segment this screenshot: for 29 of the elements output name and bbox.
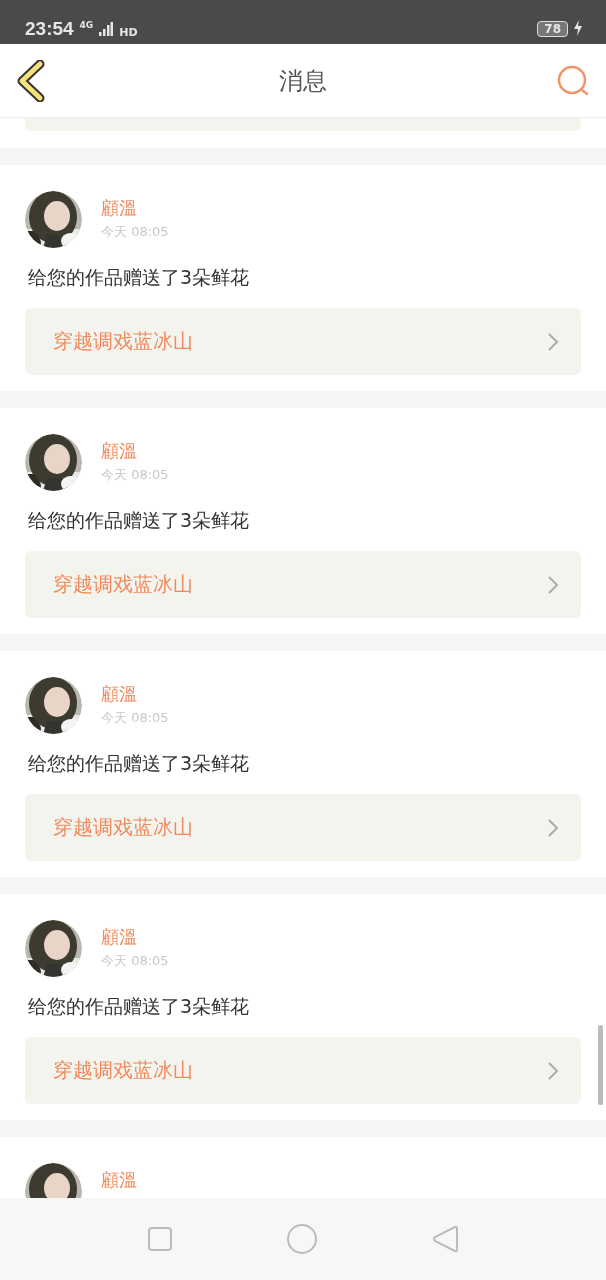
back-nav-button[interactable] bbox=[431, 1224, 460, 1254]
home-button[interactable] bbox=[286, 1223, 318, 1255]
message-text: 给您的作品赠送了3朵鲜花 bbox=[28, 265, 251, 290]
recents-button[interactable] bbox=[146, 1226, 173, 1252]
sender-name[interactable]: 顧溫 bbox=[101, 925, 169, 949]
status-time: 23:54 bbox=[25, 18, 74, 40]
sender-name[interactable]: 顧溫 bbox=[101, 682, 169, 706]
work-link[interactable]: 穿越调戏蓝冰山 bbox=[25, 1037, 581, 1104]
chevron-right-icon bbox=[547, 817, 559, 838]
charging-icon bbox=[574, 20, 582, 36]
chevron-right-icon bbox=[547, 574, 559, 595]
message-text: 给您的作品赠送了3朵鲜花 bbox=[28, 994, 251, 1019]
signal-icon bbox=[99, 22, 114, 36]
chevron-right-icon bbox=[547, 331, 559, 352]
page-title: 消息 bbox=[279, 65, 327, 97]
work-link[interactable]: 穿越调戏蓝冰山 bbox=[25, 794, 581, 861]
battery-level: 78 bbox=[537, 21, 568, 37]
back-icon bbox=[16, 59, 46, 102]
chevron-right-icon bbox=[547, 1060, 559, 1081]
search-icon bbox=[556, 63, 590, 98]
sender-name[interactable]: 顧溫 bbox=[101, 196, 169, 220]
message-text: 给您的作品赠送了3朵鲜花 bbox=[28, 751, 251, 776]
work-link[interactable]: 穿越调戏蓝冰山 bbox=[25, 551, 581, 618]
network-type: 4G bbox=[79, 20, 94, 30]
sender-name[interactable]: 顧溫 bbox=[101, 1168, 137, 1192]
work-link[interactable]: 穿越调戏蓝冰山 bbox=[25, 308, 581, 375]
hd-indicator: HD bbox=[119, 26, 138, 39]
sender-name[interactable]: 顧溫 bbox=[101, 439, 169, 463]
message-text: 给您的作品赠送了3朵鲜花 bbox=[28, 508, 251, 533]
